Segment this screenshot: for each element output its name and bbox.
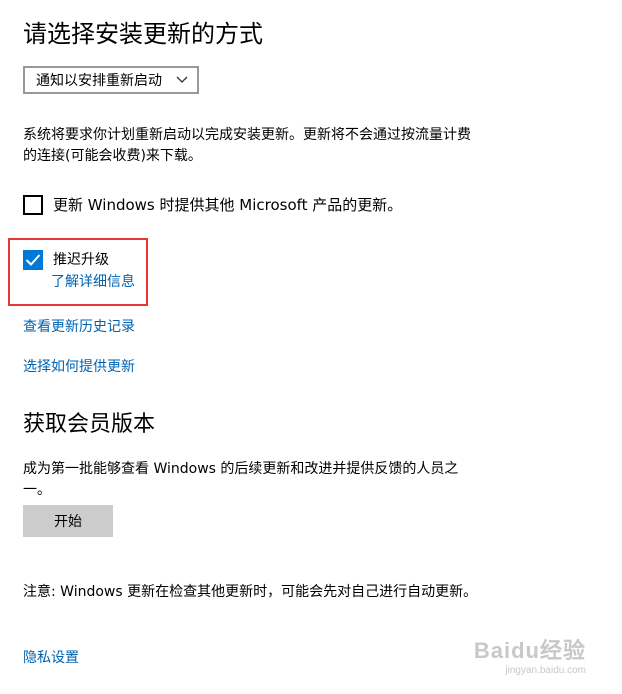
install-method-description: 系统将要求你计划重新启动以完成安装更新。更新将不会通过按流量计费的连接(可能会收… — [23, 127, 471, 164]
delivery-optimization-link[interactable]: 选择如何提供更新 — [23, 356, 135, 376]
defer-upgrade-label: 推迟升级 — [53, 252, 109, 268]
other-products-option[interactable]: 更新 Windows 时提供其他 Microsoft 产品的更新。 — [23, 195, 402, 215]
watermark-main: Baidu经验 — [473, 638, 586, 663]
windows-update-settings-page: 请选择安装更新的方式 通知以安排重新启动 系统将要求你计划重新启动以完成安装更新… — [0, 0, 622, 694]
chevron-down-icon — [176, 76, 188, 83]
privacy-settings-link[interactable]: 隐私设置 — [23, 647, 79, 667]
defer-upgrade-checkbox[interactable] — [23, 250, 43, 270]
other-products-label: 更新 Windows 时提供其他 Microsoft 产品的更新。 — [53, 196, 403, 214]
baidu-watermark: Baidu经验 jingyan.baidu.com — [474, 633, 586, 676]
update-note: 注意: Windows 更新在检查其他更新时，可能会先对自己进行自动更新。 — [23, 584, 478, 600]
insider-description: 成为第一批能够查看 Windows 的后续更新和改进并提供反馈的人员之一。 — [23, 461, 459, 498]
dropdown-selected-value: 通知以安排重新启动 — [36, 73, 162, 89]
start-button[interactable]: 开始 — [23, 505, 113, 537]
watermark-sub: jingyan.baidu.com — [505, 665, 586, 676]
learn-more-link[interactable]: 了解详细信息 — [51, 271, 135, 291]
insider-heading: 获取会员版本 — [23, 412, 156, 437]
other-products-checkbox[interactable] — [23, 195, 43, 215]
checkmark-icon — [25, 254, 41, 266]
defer-upgrade-option[interactable]: 推迟升级 — [23, 250, 109, 270]
update-history-link[interactable]: 查看更新历史记录 — [23, 316, 135, 336]
install-method-heading: 请选择安装更新的方式 — [23, 20, 263, 48]
install-method-dropdown[interactable]: 通知以安排重新启动 — [23, 66, 199, 94]
